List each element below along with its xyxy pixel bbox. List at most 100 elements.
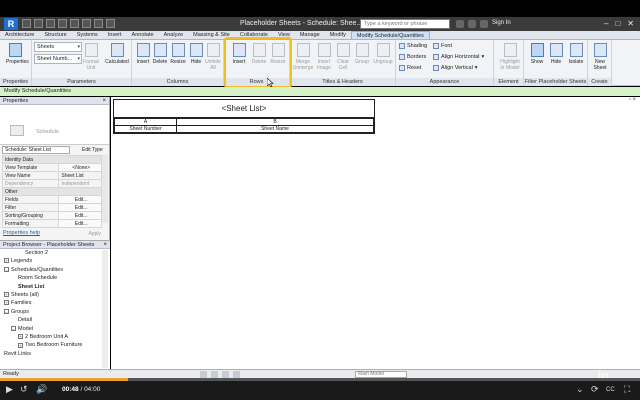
close-icon[interactable]: × xyxy=(102,97,106,105)
design-options-icon[interactable] xyxy=(211,371,218,378)
ungroup-button[interactable]: Ungroup xyxy=(372,43,394,65)
sign-in-link[interactable]: Sign In xyxy=(492,20,511,26)
properties-scrollbar[interactable] xyxy=(102,155,108,223)
tab-insert[interactable]: Insert xyxy=(103,31,127,39)
volume-icon[interactable]: 🔊 xyxy=(36,384,47,395)
tab-annotate[interactable]: Annotate xyxy=(127,31,159,39)
browser-item[interactable]: Revit Links xyxy=(0,350,110,358)
type-selector[interactable]: Schedule xyxy=(0,105,109,145)
browser-item[interactable]: +2 Bedroom Unit A xyxy=(0,333,110,341)
column-delete-button[interactable]: Delete xyxy=(151,43,169,65)
shading-button[interactable]: Shading xyxy=(399,43,427,49)
edit-type-button[interactable]: Edit Type xyxy=(82,147,103,153)
view-close-icon[interactable]: ▫ × xyxy=(629,97,636,103)
redo-icon[interactable] xyxy=(58,19,67,28)
calculated-button[interactable]: Calculated xyxy=(104,43,130,65)
chevron-down-icon[interactable]: ⌄ xyxy=(576,384,584,395)
subscription-icon[interactable] xyxy=(468,20,476,28)
close-icon[interactable]: × xyxy=(103,241,107,249)
model-dropdown[interactable]: Main Model xyxy=(355,371,407,378)
search-box[interactable] xyxy=(360,19,450,29)
column-unhide-all-button[interactable]: Unhide All xyxy=(204,43,222,71)
new-sheet-button[interactable]: New Sheet xyxy=(591,43,609,71)
column-insert-button[interactable]: Insert xyxy=(134,43,152,65)
align-vertical-dropdown[interactable]: Align Vertical ▾ xyxy=(433,65,478,71)
parameter-field-dropdown[interactable]: Sheet Numb... xyxy=(34,54,82,64)
star-icon[interactable] xyxy=(480,20,488,28)
speed-icon[interactable]: ⟳ xyxy=(591,384,599,395)
column-hide-button[interactable]: Hide xyxy=(187,43,205,65)
properties-button[interactable]: Properties xyxy=(6,43,29,65)
column-letter-a[interactable]: A xyxy=(114,118,177,126)
expand-icon[interactable]: + xyxy=(4,292,9,298)
browser-item[interactable]: – Schedules/Quantities xyxy=(0,266,110,274)
browser-item[interactable]: + Families xyxy=(0,299,110,307)
search-input[interactable] xyxy=(361,20,449,28)
column-letter-b[interactable]: B xyxy=(176,118,374,126)
fields-edit-button[interactable]: Edit... xyxy=(58,195,102,204)
view-template-button[interactable]: <None> xyxy=(58,163,102,172)
rewind-icon[interactable]: ↺ xyxy=(20,384,28,395)
print-icon[interactable] xyxy=(70,19,79,28)
maximize-button[interactable]: □ xyxy=(615,19,620,28)
tab-systems[interactable]: Systems xyxy=(72,31,103,39)
hide-button[interactable]: Hide xyxy=(547,43,565,65)
browser-item[interactable]: Room Schedule xyxy=(0,274,110,282)
align-horizontal-dropdown[interactable]: Align Horizontal ▾ xyxy=(433,54,484,60)
group-button[interactable]: Group xyxy=(353,43,371,65)
collapse-icon[interactable]: – xyxy=(4,308,9,314)
text-icon[interactable] xyxy=(94,19,103,28)
section-identity-data[interactable]: Identity Data xyxy=(2,155,102,164)
fullscreen-icon[interactable]: ⛶ xyxy=(624,384,630,395)
browser-item[interactable]: + Sheets (all) xyxy=(0,291,110,299)
browser-item[interactable]: Detail xyxy=(0,316,110,324)
browser-scrollbar[interactable] xyxy=(102,250,108,368)
close-button[interactable]: ✕ xyxy=(627,19,634,28)
sorting-edit-button[interactable]: Edit... xyxy=(58,211,102,220)
schedule-title[interactable]: <Sheet List> xyxy=(114,100,374,118)
clear-cell-button[interactable]: Clear Cell xyxy=(334,43,352,71)
header-sheet-number[interactable]: Sheet Number xyxy=(114,125,177,133)
undo-icon[interactable] xyxy=(46,19,55,28)
tab-modify-schedule-quantities[interactable]: Modify Schedule/Quantities xyxy=(350,31,430,39)
section-other[interactable]: Other xyxy=(2,187,102,196)
view-name-field[interactable]: Sheet List xyxy=(58,171,102,180)
measure-icon[interactable] xyxy=(82,19,91,28)
parameter-category-dropdown[interactable]: Sheets xyxy=(34,42,82,52)
isolate-button[interactable]: Isolate xyxy=(566,43,586,65)
apply-button[interactable]: Apply xyxy=(88,231,101,237)
browser-item[interactable]: Section 2 xyxy=(0,249,110,257)
expand-icon[interactable]: + xyxy=(4,300,9,306)
formatting-edit-button[interactable]: Edit... xyxy=(58,219,102,228)
expand-icon[interactable]: + xyxy=(18,334,23,340)
collapse-icon[interactable]: – xyxy=(11,325,16,331)
browser-item[interactable]: + Two Bedroom Furniture xyxy=(0,341,110,349)
expand-icon[interactable]: + xyxy=(4,258,9,264)
browser-item[interactable]: – Model xyxy=(0,325,110,333)
tab-modify[interactable]: Modify xyxy=(325,31,351,39)
show-button[interactable]: Show xyxy=(528,43,546,65)
column-resize-button[interactable]: Resize xyxy=(169,43,187,65)
binoculars-icon[interactable] xyxy=(456,20,464,28)
header-sheet-name[interactable]: Sheet Name xyxy=(176,125,374,133)
tab-structure[interactable]: Structure xyxy=(39,31,71,39)
open-icon[interactable] xyxy=(22,19,31,28)
borders-button[interactable]: Borders xyxy=(399,54,426,60)
instance-selector-dropdown[interactable]: Schedule: Sheet List xyxy=(2,146,70,154)
highlight-in-model-button[interactable]: Highlight in Model xyxy=(499,43,521,71)
merge-unmerge-button[interactable]: Merge Unmerge xyxy=(292,43,314,71)
browser-item[interactable]: Sheet List xyxy=(0,283,110,291)
insert-image-button[interactable]: Insert Image xyxy=(315,43,333,71)
font-button[interactable]: Font xyxy=(433,43,452,49)
browser-item[interactable]: + Legends xyxy=(0,257,110,265)
filter-edit-button[interactable]: Edit... xyxy=(58,203,102,212)
browser-item[interactable]: – Groups xyxy=(0,308,110,316)
save-icon[interactable] xyxy=(34,19,43,28)
revit-logo[interactable]: R xyxy=(4,18,18,30)
reset-button[interactable]: Reset xyxy=(399,65,421,71)
expand-icon[interactable]: + xyxy=(18,342,23,348)
tab-analyze[interactable]: Analyze xyxy=(159,31,189,39)
tab-architecture[interactable]: Architecture xyxy=(0,31,39,39)
3d-view-icon[interactable] xyxy=(106,19,115,28)
schedule-view[interactable]: ▫ × <Sheet List> A B Sheet Number Sheet … xyxy=(111,97,640,369)
